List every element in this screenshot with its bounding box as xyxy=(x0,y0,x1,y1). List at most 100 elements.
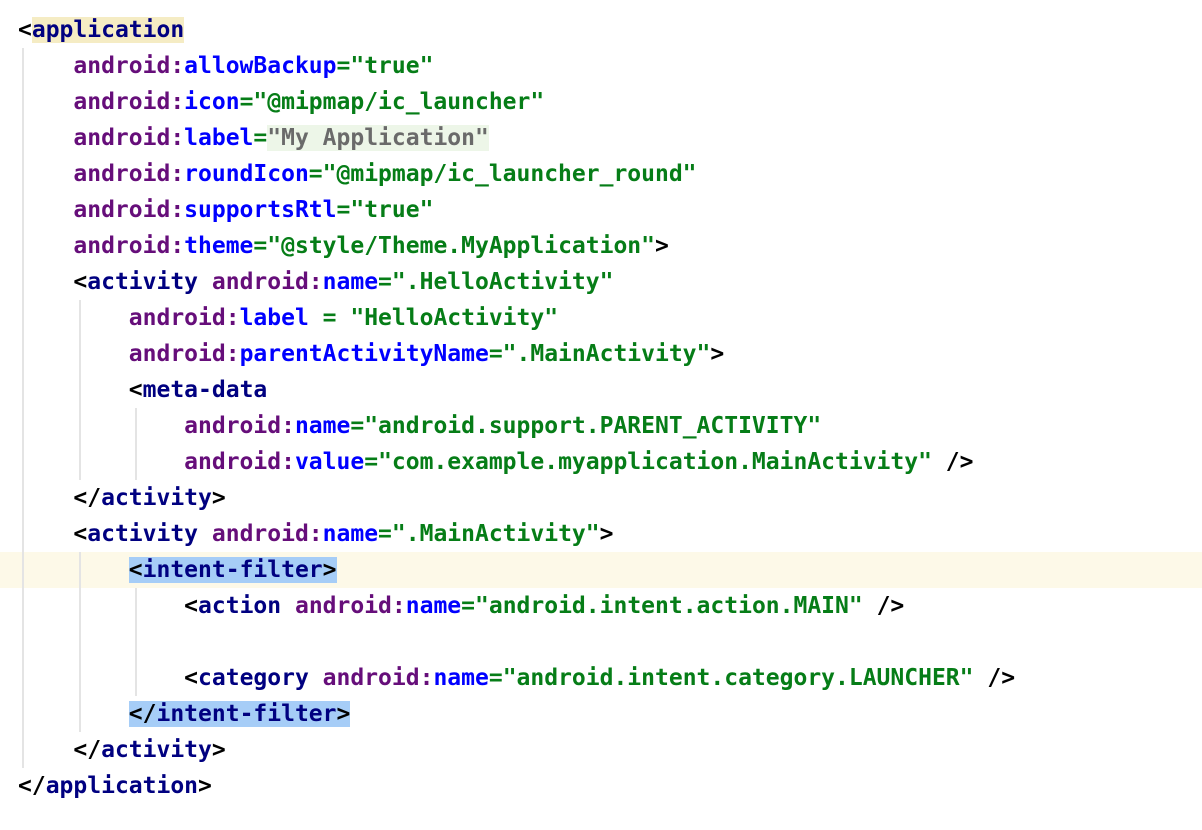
punctuation: </ xyxy=(18,773,46,799)
tag-name: intent-filter xyxy=(156,701,337,727)
equals-sign: = xyxy=(350,413,365,439)
punctuation: < xyxy=(128,377,143,403)
code-line[interactable]: <category android:name="android.intent.c… xyxy=(0,660,1202,696)
code-line[interactable]: android:name="android.support.PARENT_ACT… xyxy=(0,408,1202,444)
attribute-name: theme xyxy=(184,233,254,259)
attribute-value: ".MainActivity" xyxy=(502,341,711,367)
punctuation: </ xyxy=(73,485,102,511)
code-line[interactable]: </activity> xyxy=(0,732,1202,768)
tag-name: application xyxy=(45,773,199,799)
equals-sign: = xyxy=(364,449,379,475)
tag-name: application xyxy=(31,17,185,43)
punctuation: < xyxy=(184,665,199,691)
equals-sign: = xyxy=(239,89,254,115)
equals-sign: = xyxy=(253,125,268,151)
namespace-prefix: android: xyxy=(322,665,434,691)
equals-sign: = xyxy=(488,341,503,367)
attribute-value: "com.example.myapplication.MainActivity" xyxy=(378,449,932,475)
indent-guide xyxy=(22,660,24,696)
code-line[interactable]: android:icon="@mipmap/ic_launcher" xyxy=(0,84,1202,120)
indent-guide xyxy=(22,552,24,588)
indent-guide xyxy=(22,444,24,480)
code-line[interactable]: <action android:name="android.intent.act… xyxy=(0,588,1202,624)
code-line[interactable]: </activity> xyxy=(0,480,1202,516)
namespace-prefix: android: xyxy=(73,125,185,151)
namespace-prefix: android: xyxy=(73,53,185,79)
indent-guide xyxy=(135,588,137,624)
code-line[interactable]: </application> xyxy=(0,768,1202,804)
punctuation: > xyxy=(211,737,226,763)
attribute-value: ".MainActivity" xyxy=(391,521,600,547)
attribute-value: "android.intent.category.LAUNCHER" xyxy=(502,665,974,691)
code-line[interactable]: <activity android:name=".MainActivity"> xyxy=(0,516,1202,552)
code-line[interactable]: android:roundIcon="@mipmap/ic_launcher_r… xyxy=(0,156,1202,192)
punctuation: > xyxy=(655,233,669,259)
attribute-name: icon xyxy=(184,89,240,115)
code-line[interactable]: android:value="com.example.myapplication… xyxy=(0,444,1202,480)
code-line[interactable]: android:parentActivityName=".MainActivit… xyxy=(0,336,1202,372)
indent-guide xyxy=(79,588,81,624)
attribute-name: supportsRtl xyxy=(184,197,337,223)
attribute-name: label xyxy=(184,125,254,151)
indent-guide xyxy=(22,336,24,372)
equals-sign: = xyxy=(308,305,351,331)
code-line[interactable]: android:label="My Application" xyxy=(0,120,1202,156)
code-editor[interactable]: <application android:allowBackup="true" … xyxy=(0,12,1202,804)
attribute-value: ".HelloActivity" xyxy=(391,269,614,295)
indent-guide xyxy=(135,624,137,660)
punctuation: < xyxy=(128,557,143,583)
attribute-value: "@style/Theme.MyApplication" xyxy=(267,233,656,259)
indent-guide xyxy=(22,264,24,300)
indent-guide xyxy=(22,192,24,228)
attribute-value: "true" xyxy=(350,53,434,79)
attribute-name: parentActivityName xyxy=(239,341,489,367)
indent-guide xyxy=(22,228,24,264)
code-line[interactable]: android:allowBackup="true" xyxy=(0,48,1202,84)
punctuation: > xyxy=(710,341,725,367)
attribute-value: "android.support.PARENT_ACTIVITY" xyxy=(364,413,822,439)
indent-guide xyxy=(22,696,24,732)
indent-guide xyxy=(79,444,81,480)
equals-sign: = xyxy=(336,53,351,79)
punctuation: > xyxy=(198,773,212,799)
code-line[interactable]: <application xyxy=(0,12,1202,48)
punctuation: > xyxy=(211,485,226,511)
indent-guide xyxy=(135,660,137,696)
namespace-prefix: android: xyxy=(211,269,323,295)
attribute-name: label xyxy=(239,305,309,331)
code-line[interactable]: <meta-data xyxy=(0,372,1202,408)
namespace-prefix: android: xyxy=(184,449,295,475)
punctuation: < xyxy=(18,17,32,43)
code-line[interactable]: <intent-filter> xyxy=(0,552,1202,588)
namespace-prefix: android: xyxy=(128,341,240,367)
punctuation: > xyxy=(322,557,337,583)
code-line[interactable]: </intent-filter> xyxy=(0,696,1202,732)
indent-guide xyxy=(22,624,24,660)
attribute-value: "My Application" xyxy=(267,125,489,151)
equals-sign: = xyxy=(308,161,323,187)
punctuation: < xyxy=(73,269,88,295)
indent-guide xyxy=(135,444,137,480)
indent-guide xyxy=(22,372,24,408)
attribute-name: name xyxy=(322,269,379,295)
code-line[interactable]: <activity android:name=".HelloActivity" xyxy=(0,264,1202,300)
equals-sign: = xyxy=(336,197,351,223)
code-line[interactable] xyxy=(0,624,1202,660)
code-line[interactable]: android:supportsRtl="true" xyxy=(0,192,1202,228)
punctuation: < xyxy=(73,521,88,547)
code-line[interactable]: android:label = "HelloActivity" xyxy=(0,300,1202,336)
code-line[interactable]: android:theme="@style/Theme.MyApplicatio… xyxy=(0,228,1202,264)
tag-name: activity xyxy=(101,737,212,763)
attribute-value: "true" xyxy=(350,197,434,223)
punctuation: </ xyxy=(128,701,157,727)
attribute-name: name xyxy=(433,665,489,691)
punctuation: > xyxy=(599,521,614,547)
equals-sign: = xyxy=(378,269,392,295)
attribute-name: value xyxy=(294,449,365,475)
indent-guide xyxy=(135,408,137,444)
attribute-value: "android.intent.action.MAIN" xyxy=(475,593,863,619)
attribute-name: roundIcon xyxy=(184,161,309,187)
indent-guide xyxy=(22,588,24,624)
attribute-name: name xyxy=(405,593,462,619)
indent-guide xyxy=(79,372,81,408)
